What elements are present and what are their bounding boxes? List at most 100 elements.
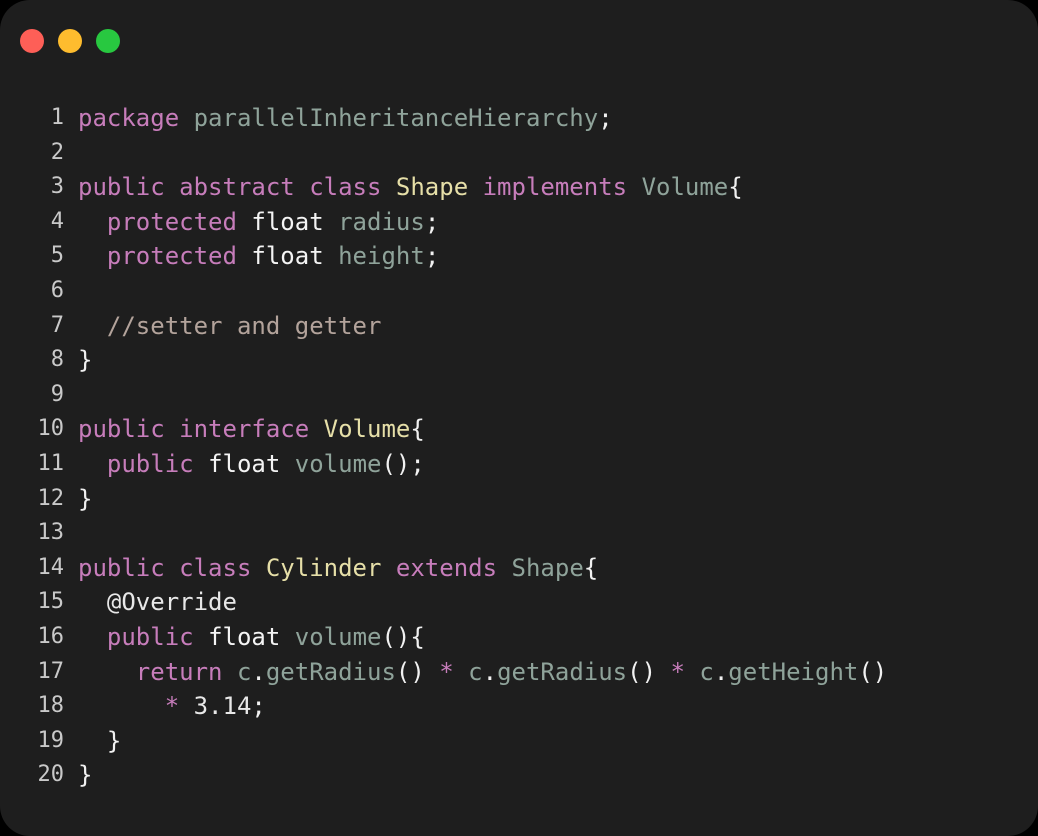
line-number: 18 bbox=[37, 693, 65, 719]
code-token: } bbox=[78, 761, 93, 790]
code-token: return bbox=[135, 657, 223, 686]
code-line: 8} bbox=[0, 343, 887, 378]
code-line: 7 //setter and getter bbox=[0, 309, 887, 344]
code-line: 19 } bbox=[0, 724, 887, 759]
code-token: interface bbox=[179, 415, 310, 444]
line-number: 11 bbox=[37, 450, 65, 476]
code-token: Cylinder bbox=[265, 553, 382, 582]
line-number: 6 bbox=[50, 277, 64, 303]
code-line: 9 bbox=[0, 378, 887, 413]
line-source: //setter and getter bbox=[78, 309, 382, 344]
code-token: package bbox=[78, 104, 180, 132]
line-source: protected float height; bbox=[78, 239, 439, 274]
code-token: class bbox=[179, 553, 252, 582]
code-line: 12} bbox=[0, 482, 887, 517]
line-number: 8 bbox=[50, 347, 64, 373]
code-token: c bbox=[468, 657, 483, 686]
code-line: 20} bbox=[0, 758, 887, 793]
line-number: 16 bbox=[37, 623, 65, 649]
code-token: } bbox=[106, 726, 122, 755]
code-token: public bbox=[106, 622, 194, 651]
code-line: 18 * 3.14; bbox=[0, 689, 887, 724]
code-token: ; bbox=[251, 692, 266, 721]
line-number: 9 bbox=[50, 381, 64, 407]
line-number: 5 bbox=[50, 243, 64, 269]
code-token: * bbox=[439, 657, 454, 686]
code-token: ; bbox=[424, 207, 440, 236]
line-number: 14 bbox=[37, 554, 65, 580]
zoom-button[interactable] bbox=[96, 29, 120, 53]
code-token: abstract bbox=[179, 173, 295, 202]
code-token: protected bbox=[106, 242, 237, 271]
code-token: volume bbox=[294, 622, 382, 651]
code-line: 2 bbox=[0, 136, 887, 171]
code-token: c bbox=[699, 657, 714, 686]
line-source: * 3.14; bbox=[78, 689, 266, 724]
line-source: public interface Volume{ bbox=[78, 412, 425, 447]
code-token: Shape bbox=[395, 173, 469, 202]
code-token: () bbox=[858, 657, 888, 686]
code-line: 17 return c.getRadius() * c.getRadius() … bbox=[0, 655, 888, 690]
code-token: getRadius bbox=[497, 657, 628, 686]
line-source: public abstract class Shape implements V… bbox=[78, 170, 743, 205]
code-token: float bbox=[251, 207, 324, 236]
code-token: implements bbox=[482, 173, 628, 202]
close-button[interactable] bbox=[20, 29, 44, 53]
code-line: 15 @Override bbox=[0, 585, 887, 620]
line-number: 7 bbox=[50, 312, 64, 338]
code-token: ; bbox=[424, 242, 440, 271]
code-token: parallelInheritanceHierarchy bbox=[193, 104, 599, 132]
code-window: 1 package parallelInheritanceHierarchy; 2 3… bbox=[0, 0, 1038, 836]
code-line: 6 bbox=[0, 274, 887, 309]
line-source: public float volume(); bbox=[78, 447, 425, 482]
code-token: public bbox=[106, 449, 194, 478]
code-line: 10 public interface Volume{ bbox=[0, 412, 887, 447]
code-token: . bbox=[713, 657, 729, 686]
line-number: 12 bbox=[37, 485, 65, 511]
line-number: 17 bbox=[37, 658, 65, 684]
line-source: return c.getRadius() * c.getRadius() * c… bbox=[78, 655, 887, 690]
code-token: height bbox=[338, 242, 425, 271]
line-source: public class Cylinder extends Shape{ bbox=[78, 551, 598, 586]
line-source: } bbox=[78, 724, 121, 759]
code-token: 3.14 bbox=[193, 692, 252, 721]
code-token: float bbox=[208, 622, 281, 651]
code-token: //setter and getter bbox=[106, 311, 382, 340]
code-line: 5 protected float height; bbox=[0, 239, 887, 274]
code-token: public bbox=[78, 553, 165, 582]
line-source: package parallelInheritanceHierarchy; bbox=[78, 101, 613, 136]
code-editor[interactable]: 1 package parallelInheritanceHierarchy; 2 3… bbox=[0, 101, 888, 793]
code-token: } bbox=[78, 484, 93, 513]
code-token: class bbox=[309, 173, 382, 202]
code-token: * bbox=[164, 692, 180, 721]
code-token: c bbox=[236, 657, 252, 686]
code-token: protected bbox=[106, 207, 237, 236]
line-number: 2 bbox=[50, 139, 64, 165]
code-token: . bbox=[482, 657, 498, 686]
line-number: 1 bbox=[50, 105, 64, 130]
code-token: Shape bbox=[511, 553, 584, 582]
window-controls bbox=[20, 29, 120, 53]
code-line: 13 bbox=[0, 516, 887, 551]
line-source: @Override bbox=[78, 585, 237, 620]
minimize-button[interactable] bbox=[58, 29, 82, 53]
